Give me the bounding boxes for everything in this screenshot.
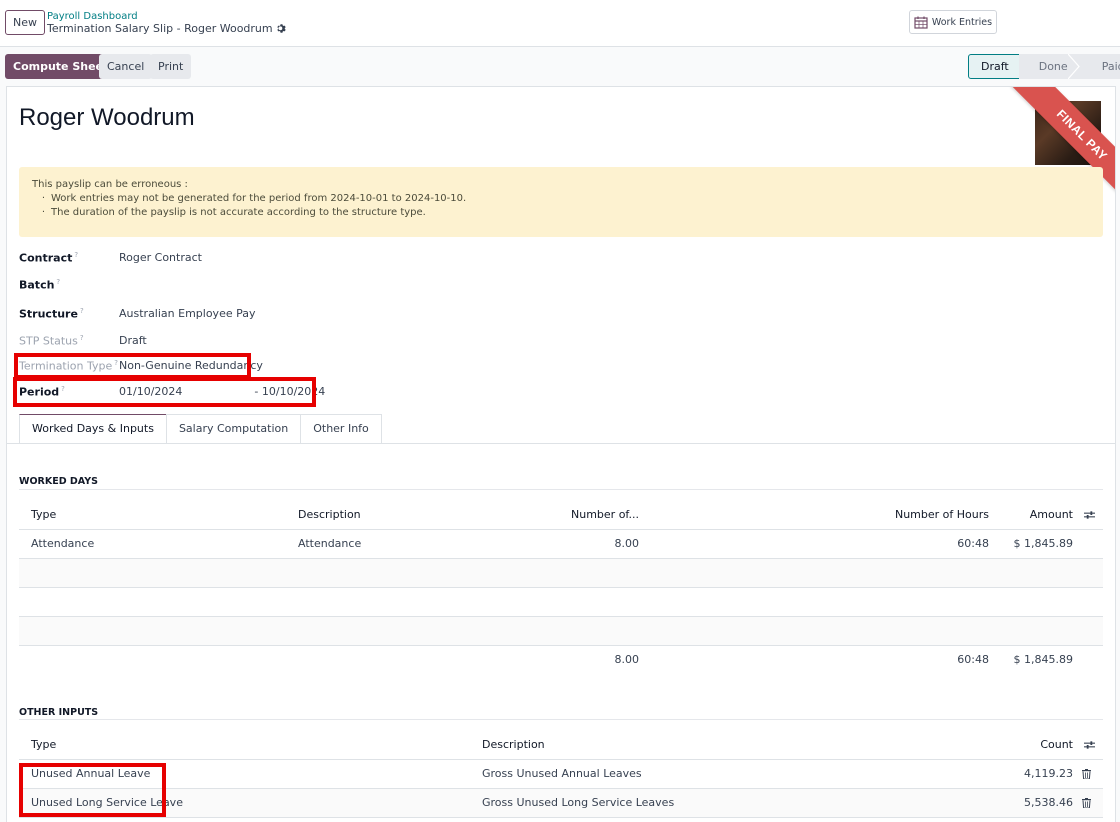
other-inputs-table: Type Description Count Unused Annual Lea… — [19, 731, 1103, 818]
notebook-tabs: Worked Days & Inputs Salary Computation … — [19, 414, 381, 444]
empty-row — [19, 559, 1103, 588]
contract-field: Contract? Roger Contract — [19, 251, 202, 265]
highlight-box-termination-type — [14, 353, 251, 379]
work-entries-button[interactable]: Work Entries — [909, 10, 997, 34]
trash-icon — [1082, 769, 1091, 779]
cell-description: Gross Unused Annual Leaves — [482, 760, 642, 788]
optional-columns-toggle[interactable] — [1084, 731, 1095, 759]
col-description-header[interactable]: Description — [298, 501, 361, 529]
batch-label: Batch? — [19, 278, 119, 292]
calendar-icon — [914, 16, 928, 29]
table-totals-row: 8.00 60:48 $ 1,845.89 — [19, 646, 1103, 675]
new-button[interactable]: New — [5, 10, 45, 35]
cell-amount: $ 1,845.89 — [1014, 530, 1073, 558]
tab-worked-days-inputs[interactable]: Worked Days & Inputs — [19, 414, 167, 444]
alert-item: The duration of the payslip is not accur… — [32, 207, 1090, 218]
breadcrumb-current-label: Termination Salary Slip - Roger Woodrum — [47, 22, 273, 35]
empty-row — [19, 617, 1103, 646]
cell-description: Attendance — [298, 530, 361, 558]
sliders-icon — [1084, 740, 1095, 750]
print-button[interactable]: Print — [150, 54, 191, 79]
structure-label: Structure? — [19, 307, 119, 321]
tab-divider — [7, 443, 1116, 444]
status-bar: Draft Done Paid — [968, 54, 1120, 79]
batch-field: Batch? — [19, 278, 119, 292]
empty-row — [19, 588, 1103, 617]
table-row[interactable]: Attendance Attendance 8.00 60:48 $ 1,845… — [19, 530, 1103, 559]
contract-label: Contract? — [19, 251, 119, 265]
contract-value[interactable]: Roger Contract — [119, 251, 202, 265]
structure-value[interactable]: Australian Employee Pay — [119, 307, 256, 321]
sliders-icon — [1084, 510, 1095, 520]
worked-days-title: WORKED DAYS — [19, 476, 98, 487]
structure-field: Structure? Australian Employee Pay — [19, 307, 256, 321]
delete-row-button[interactable] — [1082, 789, 1091, 817]
alert-item: Work entries may not be generated for th… — [32, 193, 1090, 204]
total-days: 8.00 — [615, 646, 640, 674]
cell-type: Attendance — [31, 530, 94, 558]
alert-title: This payslip can be erroneous : — [32, 179, 1090, 190]
cell-description: Gross Unused Long Service Leaves — [482, 789, 674, 817]
trash-icon — [1082, 798, 1091, 808]
table-row[interactable]: Unused Long Service Leave Gross Unused L… — [19, 789, 1103, 818]
section-divider — [19, 489, 1103, 490]
status-paid[interactable]: Paid — [1080, 54, 1120, 79]
payslip-form-sheet: Roger Woodrum FINAL PAY This payslip can… — [6, 86, 1116, 822]
highlight-box-period — [13, 377, 316, 407]
highlight-box-leave-types — [19, 763, 166, 817]
optional-columns-toggle[interactable] — [1084, 501, 1095, 529]
section-divider — [19, 719, 1103, 720]
cell-count: 4,119.23 — [1024, 760, 1073, 788]
cell-hours: 60:48 — [957, 530, 989, 558]
other-inputs-title: OTHER INPUTS — [19, 707, 98, 718]
col-type-header[interactable]: Type — [31, 731, 56, 759]
action-bar: Compute Sheet Cancel Print Draft Done Pa… — [0, 48, 1120, 86]
col-type-header[interactable]: Type — [31, 501, 56, 529]
gear-icon[interactable] — [276, 23, 287, 34]
col-description-header[interactable]: Description — [482, 731, 545, 759]
col-amount-header[interactable]: Amount — [1030, 501, 1073, 529]
col-count-header[interactable]: Count — [1040, 731, 1073, 759]
total-hours: 60:48 — [957, 646, 989, 674]
status-arrow-done — [1068, 54, 1080, 79]
cancel-button[interactable]: Cancel — [99, 54, 152, 79]
stp-status-label: STP Status? — [19, 334, 119, 348]
table-header-row: Type Description Count — [19, 731, 1103, 760]
tab-salary-computation[interactable]: Salary Computation — [166, 414, 301, 444]
employee-name: Roger Woodrum — [19, 104, 195, 132]
tab-other-info[interactable]: Other Info — [300, 414, 382, 444]
status-draft[interactable]: Draft — [968, 54, 1020, 79]
worked-days-table: Type Description Number of... Number of … — [19, 501, 1103, 675]
cell-days: 8.00 — [615, 530, 640, 558]
control-panel: New Payroll Dashboard Termination Salary… — [0, 0, 1120, 47]
delete-row-button[interactable] — [1082, 760, 1091, 788]
col-days-header[interactable]: Number of... — [571, 501, 639, 529]
breadcrumb-parent-link[interactable]: Payroll Dashboard — [47, 11, 138, 22]
table-header-row: Type Description Number of... Number of … — [19, 501, 1103, 530]
stp-status-value: Draft — [119, 334, 147, 348]
warning-alert: This payslip can be erroneous : Work ent… — [19, 167, 1103, 237]
cell-count: 5,538.46 — [1024, 789, 1073, 817]
work-entries-label: Work Entries — [932, 17, 992, 28]
table-row[interactable]: Unused Annual Leave Gross Unused Annual … — [19, 760, 1103, 789]
total-amount: $ 1,845.89 — [1014, 646, 1073, 674]
col-hours-header[interactable]: Number of Hours — [895, 501, 989, 529]
breadcrumb-current: Termination Salary Slip - Roger Woodrum — [47, 22, 287, 35]
stp-status-field: STP Status? Draft — [19, 334, 147, 348]
